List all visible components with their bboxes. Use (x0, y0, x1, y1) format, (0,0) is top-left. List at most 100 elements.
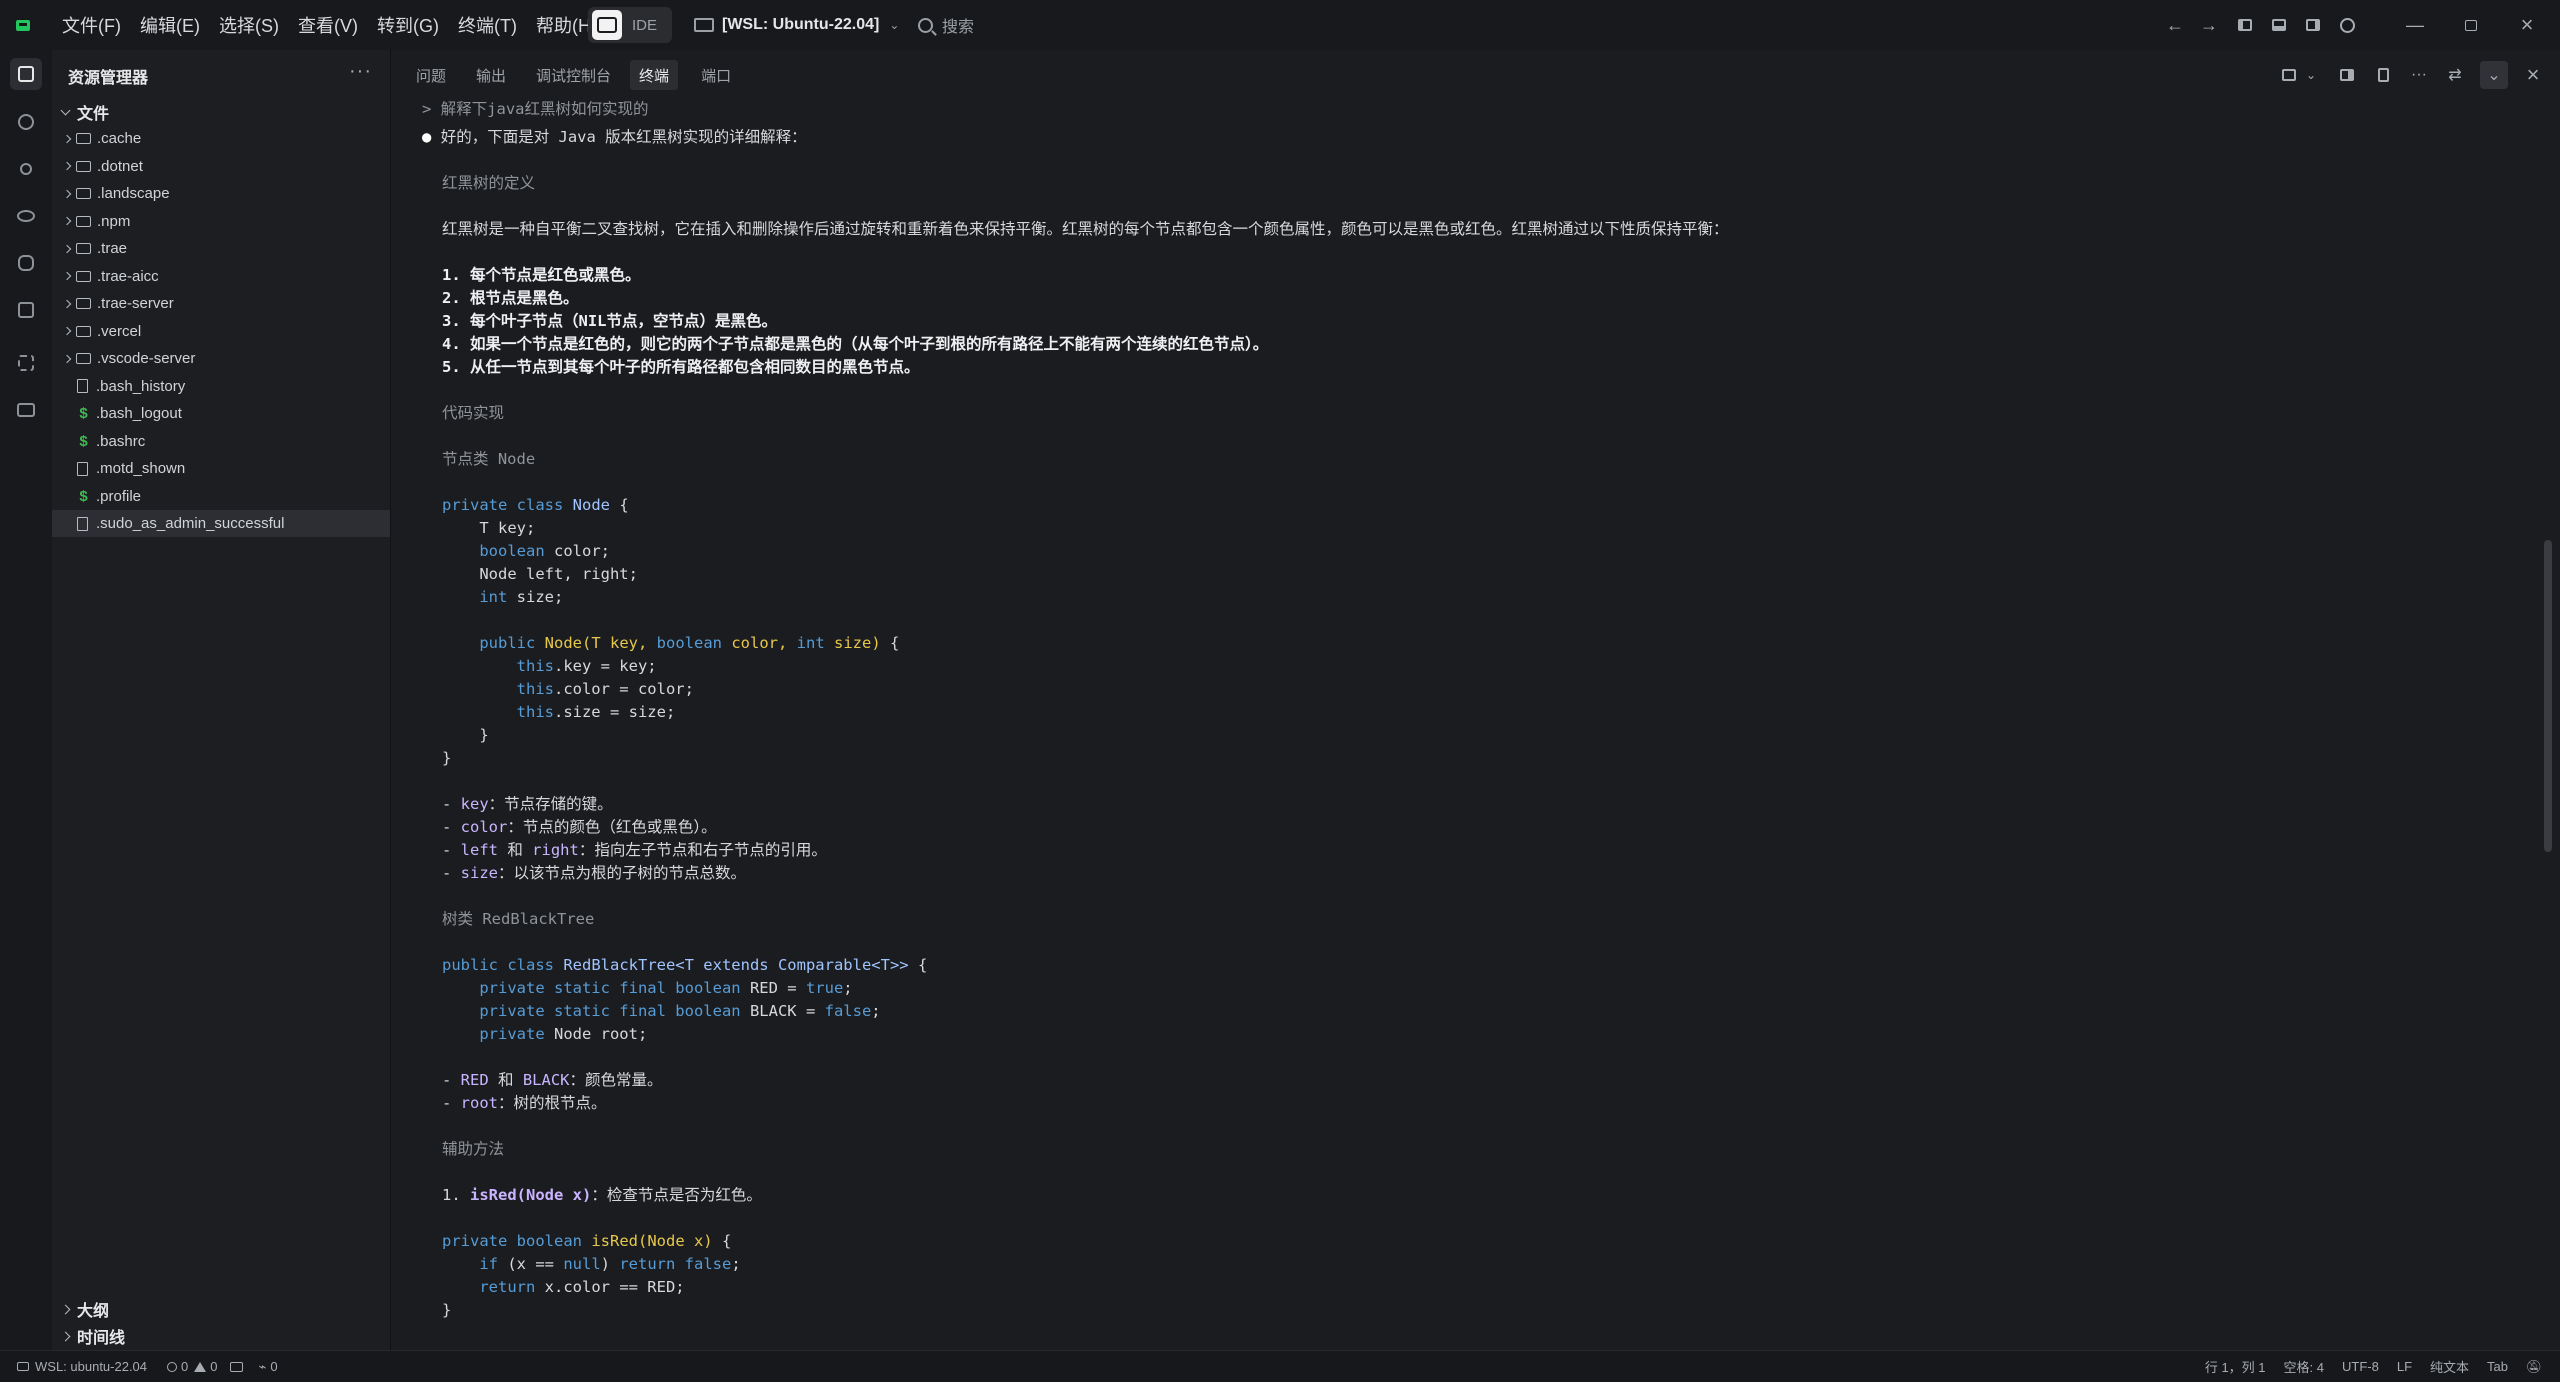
bottom-panel: 问题 输出 调试控制台 终端 端口 ⌄ ··· ⇄ ⌄ × > 解释下java红… (398, 50, 2560, 1350)
tree-item[interactable]: .sudo_as_admin_successful (52, 510, 390, 537)
language-mode[interactable]: 纯文本 (2430, 1357, 2469, 1376)
mode-toggle[interactable]: IDE (588, 7, 672, 43)
extensions-icon[interactable] (10, 347, 42, 379)
field-desc: - color：节点的颜色（红色或黑色）。 (442, 818, 717, 836)
heading-node: 节点类 Node (442, 450, 536, 468)
code-line: } (442, 749, 452, 767)
tree-item[interactable]: .trae-server (52, 290, 390, 317)
tree-item[interactable]: .trae (52, 235, 390, 262)
tree-item[interactable]: $ .bashrc (52, 428, 390, 455)
cursor-position[interactable]: 行 1，列 1 (2205, 1357, 2266, 1376)
remote-status[interactable]: WSL: ubuntu-22.04 (16, 1359, 147, 1374)
code-line: } (442, 726, 489, 744)
ports-status[interactable]: ⌁ 0 (259, 1359, 278, 1375)
tree-item[interactable]: .dotnet (52, 153, 390, 180)
remote-window-icon (694, 18, 714, 32)
folder-icon (76, 188, 91, 199)
remote-explorer-icon[interactable] (10, 294, 42, 326)
search-icon (918, 17, 933, 33)
folder-icon (76, 325, 91, 337)
tree-item[interactable]: .bash_history (52, 373, 390, 400)
terminal-status-icon[interactable] (229, 1361, 243, 1372)
folder-section-header[interactable]: 文件 (60, 100, 109, 124)
field-desc: - root：树的根节点。 (442, 1094, 607, 1112)
encoding[interactable]: UTF-8 (2342, 1359, 2379, 1374)
panel-toolbar: ⌄ ··· ⇄ ⌄ × (2264, 50, 2544, 100)
tree-item[interactable]: .vercel (52, 318, 390, 345)
chevron-right-icon (62, 134, 72, 143)
menu-edit[interactable]: 编辑(E) (140, 12, 200, 38)
menu-file[interactable]: 文件(F) (62, 12, 121, 38)
back-arrow-icon[interactable]: ← (2164, 14, 2186, 36)
tree-item-label: .profile (96, 487, 142, 505)
tree-item[interactable]: $ .bash_logout (52, 400, 390, 427)
source-control-icon[interactable] (10, 153, 42, 185)
tab-mode[interactable]: Tab (2487, 1359, 2508, 1374)
tree-item[interactable]: .landscape (52, 180, 390, 207)
trash-icon[interactable] (2372, 64, 2394, 86)
tree-item[interactable]: $ .profile (52, 483, 390, 510)
tab-terminal[interactable]: 终端 (630, 60, 679, 90)
tree-item[interactable]: .motd_shown (52, 455, 390, 482)
explorer-icon[interactable] (10, 58, 42, 90)
menu-selection[interactable]: 选择(S) (219, 12, 279, 38)
remote-monitor-icon[interactable] (10, 394, 42, 426)
terminal-scrollbar[interactable] (2544, 540, 2552, 852)
account-icon[interactable] (2336, 14, 2358, 36)
more-actions-icon[interactable]: ··· (349, 60, 372, 83)
restore-icon[interactable] (2460, 14, 2482, 36)
preview-eye-icon[interactable] (10, 200, 42, 232)
chat-mode-icon[interactable] (592, 10, 622, 40)
layout-icon[interactable] (2278, 64, 2300, 86)
command-search[interactable]: 搜索 (918, 0, 974, 50)
field-desc: - RED 和 BLACK：颜色常量。 (442, 1071, 663, 1089)
split-terminal-icon[interactable] (2336, 64, 2358, 86)
folder-icon (76, 270, 91, 282)
end-of-line[interactable]: LF (2397, 1359, 2412, 1374)
problems-status[interactable]: 0 0 (167, 1359, 218, 1374)
tab-ports[interactable]: 端口 (701, 50, 731, 100)
debug-icon[interactable] (10, 247, 42, 279)
more-icon[interactable]: ··· (2408, 64, 2430, 86)
warning-icon (194, 1361, 207, 1372)
tree-item[interactable]: .npm (52, 208, 390, 235)
user-prompt: > 解释下java红黑树如何实现的 (422, 100, 649, 118)
ide-mode-label[interactable]: IDE (632, 17, 657, 34)
timeline-section-header[interactable]: 时间线 (60, 1324, 125, 1348)
search-files-icon[interactable] (10, 106, 42, 138)
toggle-sidebar-icon[interactable] (2234, 14, 2256, 36)
explorer-sidebar: 资源管理器 ··· 文件 .cache .dotnet .landscape .npm… (52, 50, 391, 1350)
tree-item[interactable]: .trae-aicc (52, 263, 390, 290)
close-window-icon[interactable]: × (2516, 12, 2538, 37)
remote-indicator[interactable]: [WSL: Ubuntu-22.04] ⌄ (694, 0, 899, 50)
menu-goto[interactable]: 转到(G) (377, 12, 439, 38)
minimize-icon[interactable]: — (2404, 14, 2426, 36)
code-line: return x.color == RED; (479, 1278, 685, 1296)
forward-arrow-icon[interactable]: → (2198, 14, 2220, 36)
tree-item[interactable]: .cache (52, 125, 390, 152)
toggle-secondary-sidebar-icon[interactable] (2302, 14, 2324, 36)
folder-icon (76, 215, 91, 227)
tab-problems[interactable]: 问题 (416, 50, 446, 100)
tab-debug-console[interactable]: 调试控制台 (536, 50, 611, 100)
tab-output[interactable]: 输出 (476, 50, 506, 100)
chevron-down-icon[interactable]: ⌄ (2300, 64, 2322, 86)
shell-file-icon: $ (79, 432, 88, 450)
indentation[interactable]: 空格: 4 (2284, 1357, 2324, 1376)
code-line: public class RedBlackTree<T extends Comp… (442, 956, 928, 974)
menu-view[interactable]: 查看(V) (298, 12, 358, 38)
close-panel-icon[interactable]: × (2522, 62, 2544, 87)
toggle-panel-icon[interactable] (2268, 14, 2290, 36)
panel-settings-icon[interactable]: ⇄ (2444, 64, 2466, 86)
chevron-down-icon (60, 105, 71, 115)
code-line: T key; (442, 519, 536, 537)
menu-terminal[interactable]: 终端(T) (458, 12, 517, 38)
code-line: private static final boolean RED = true; (479, 979, 853, 997)
tree-item-label: .sudo_as_admin_successful (96, 515, 285, 532)
tree-item[interactable]: .vscode-server (52, 345, 390, 372)
collapse-panel-icon[interactable]: ⌄ (2480, 61, 2508, 89)
notifications-icon[interactable]: 🔕︎ (2526, 1356, 2543, 1378)
answer-intro-line: ● 好的，下面是对 Java 版本红黑树实现的详细解释： (422, 126, 807, 149)
outline-section-header[interactable]: 大纲 (60, 1297, 109, 1321)
folder-icon (76, 243, 91, 254)
